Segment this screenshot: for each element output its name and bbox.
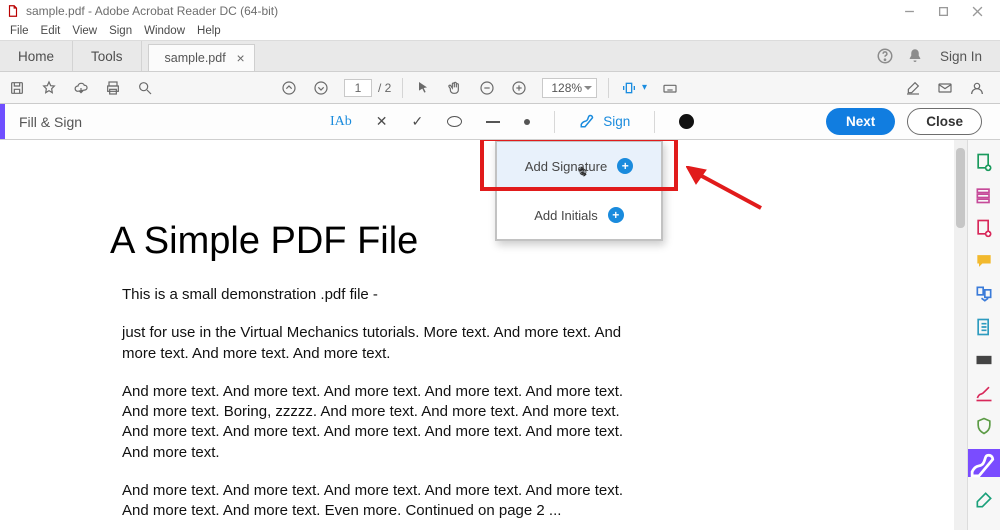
menu-file[interactable]: File — [4, 24, 35, 38]
pdf-p2: just for use in the Virtual Mechanics tu… — [122, 323, 624, 364]
cursor-icon — [577, 166, 589, 178]
user-icon[interactable] — [968, 79, 986, 97]
x-tool[interactable]: ✕ — [376, 113, 388, 130]
workspace: A Simple PDF File This is a small demons… — [0, 140, 1000, 530]
tab-tools[interactable]: Tools — [73, 41, 142, 71]
fillsign-separator — [554, 111, 555, 133]
save-icon[interactable] — [8, 79, 26, 97]
plus-icon: + — [608, 207, 624, 223]
comment-icon[interactable] — [974, 251, 994, 271]
pdf-p4: And more text. And more text. And more t… — [122, 481, 624, 522]
plus-icon: + — [617, 158, 633, 174]
cloud-icon[interactable] — [72, 79, 90, 97]
sign-dropdown: Add Signature + Add Initials + — [495, 140, 663, 241]
create-pdf-icon[interactable] — [974, 152, 994, 172]
tab-home[interactable]: Home — [0, 41, 73, 71]
annotation-arrow — [686, 166, 766, 211]
pdf-title: A Simple PDF File — [110, 220, 418, 263]
star-icon[interactable] — [40, 79, 58, 97]
acrobat-icon — [6, 4, 20, 18]
add-signature-label: Add Signature — [525, 159, 607, 174]
page-total: / 2 — [378, 81, 391, 95]
combine-icon[interactable] — [974, 185, 994, 205]
zoom-out-icon[interactable] — [478, 79, 496, 97]
menu-window[interactable]: Window — [138, 24, 191, 38]
bell-icon[interactable] — [906, 47, 924, 65]
redact-icon[interactable] — [974, 350, 994, 370]
main-toolbar: 1 / 2 128% ▾ — [0, 72, 1000, 104]
edit-pdf-icon[interactable] — [974, 218, 994, 238]
color-tool[interactable] — [679, 114, 694, 129]
text-tool[interactable]: IAb — [330, 114, 352, 130]
page-indicator: 1 / 2 — [344, 79, 391, 97]
tab-close-icon[interactable]: × — [237, 50, 245, 66]
scroll-thumb[interactable] — [956, 148, 965, 228]
hand-icon[interactable] — [446, 79, 464, 97]
pen-icon — [579, 111, 597, 132]
oval-tool[interactable] — [447, 116, 462, 127]
fillsign-separator-2 — [654, 111, 655, 133]
maximize-button[interactable] — [926, 0, 960, 22]
signin-button[interactable]: Sign In — [936, 49, 986, 64]
pdf-body: This is a small demonstration .pdf file … — [122, 285, 624, 530]
menu-view[interactable]: View — [66, 24, 103, 38]
tab-document[interactable]: sample.pdf × — [148, 44, 255, 71]
fillsign-label: Fill & Sign — [5, 114, 96, 130]
search-icon[interactable] — [136, 79, 154, 97]
page-down-icon[interactable] — [312, 79, 330, 97]
add-initials-item[interactable]: Add Initials + — [497, 191, 661, 239]
compress-icon[interactable] — [974, 317, 994, 337]
sign-tool[interactable]: Sign — [579, 111, 630, 132]
page-up-icon[interactable] — [280, 79, 298, 97]
chevron-down-icon[interactable]: ▾ — [642, 82, 647, 93]
page-current-input[interactable]: 1 — [344, 79, 372, 97]
close-fillsign-button[interactable]: Close — [907, 108, 982, 135]
page-view[interactable]: A Simple PDF File This is a small demons… — [0, 140, 954, 530]
fit-width-icon[interactable] — [620, 79, 638, 97]
pointer-icon[interactable] — [414, 79, 432, 97]
window-titlebar: sample.pdf - Adobe Acrobat Reader DC (64… — [0, 0, 1000, 22]
close-button[interactable] — [960, 0, 994, 22]
sign-label: Sign — [603, 114, 630, 129]
window-title: sample.pdf - Adobe Acrobat Reader DC (64… — [26, 4, 278, 18]
organize-icon[interactable] — [974, 284, 994, 304]
print-icon[interactable] — [104, 79, 122, 97]
pdf-p1: This is a small demonstration .pdf file … — [122, 285, 624, 305]
add-initials-label: Add Initials — [534, 208, 598, 223]
menu-bar: File Edit View Sign Window Help — [0, 22, 1000, 40]
fillsign-panel-icon[interactable] — [968, 449, 1000, 477]
protect-icon[interactable] — [974, 416, 994, 436]
dash-tool[interactable] — [486, 121, 500, 123]
menu-help[interactable]: Help — [191, 24, 227, 38]
next-button[interactable]: Next — [826, 108, 895, 135]
keyboard-icon[interactable] — [661, 79, 679, 97]
tab-strip: Home Tools sample.pdf × Sign In — [0, 40, 1000, 72]
sign-panel-icon[interactable] — [974, 383, 994, 403]
side-panel — [967, 140, 1000, 530]
zoom-selector[interactable]: 128% — [542, 78, 597, 98]
mail-icon[interactable] — [936, 79, 954, 97]
zoom-in-icon[interactable] — [510, 79, 528, 97]
menu-edit[interactable]: Edit — [35, 24, 67, 38]
dot-tool[interactable] — [524, 119, 530, 125]
erase-icon[interactable] — [904, 79, 922, 97]
fill-sign-bar: Fill & Sign IAb ✕ ✓ Sign Next Close — [0, 104, 1000, 140]
more-tools-icon[interactable] — [974, 490, 994, 510]
check-tool[interactable]: ✓ — [412, 113, 424, 130]
pdf-p3: And more text. And more text. And more t… — [122, 382, 624, 463]
vertical-scrollbar[interactable] — [954, 140, 967, 530]
minimize-button[interactable] — [892, 0, 926, 22]
menu-sign[interactable]: Sign — [103, 24, 138, 38]
tab-document-label: sample.pdf — [165, 51, 226, 65]
help-icon[interactable] — [876, 47, 894, 65]
